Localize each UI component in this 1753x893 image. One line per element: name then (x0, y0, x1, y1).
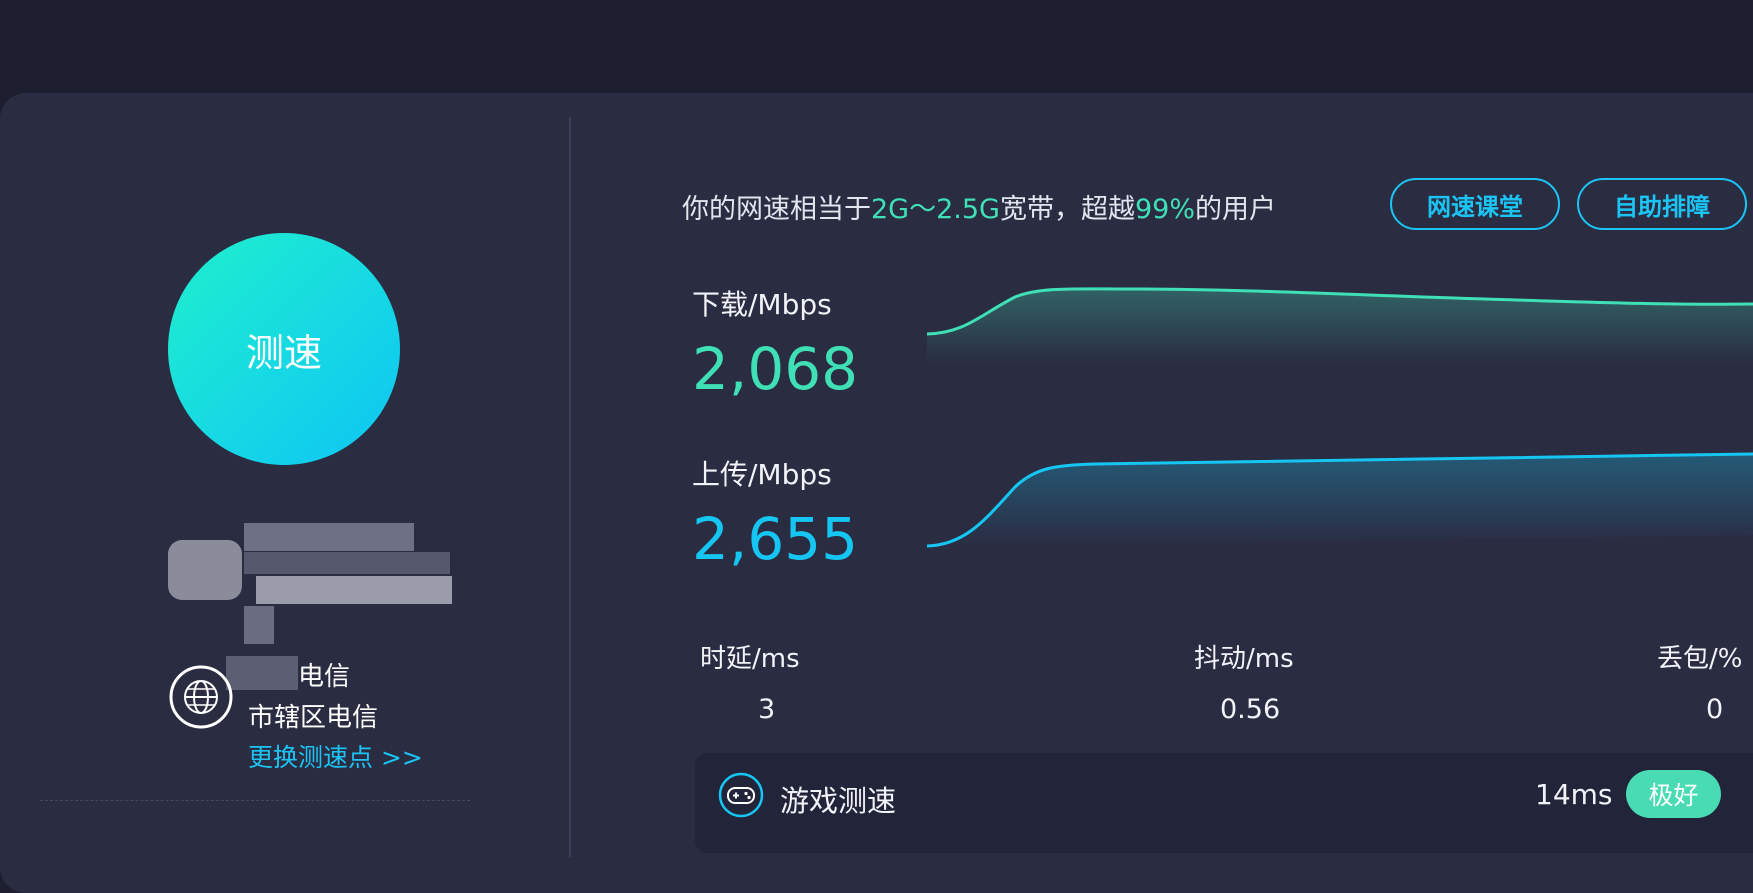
change-server-link[interactable]: 更换测速点 >> (248, 738, 423, 774)
redacted-block (244, 523, 414, 551)
packet-loss-label: 丢包/% (1657, 644, 1743, 674)
isp-name: 电信 (298, 662, 351, 692)
packet-loss-value: 0 (1706, 694, 1724, 725)
summary-bandwidth: 2G～2.5G (871, 194, 1000, 225)
game-speed-label: 游戏测速 (780, 784, 897, 818)
jitter-label: 抖动/ms (1194, 644, 1294, 674)
upload-label: 上传/Mbps (692, 458, 832, 491)
redacted-block (168, 540, 242, 600)
game-latency: 14ms (1535, 778, 1613, 811)
start-speedtest-label: 测速 (245, 330, 322, 375)
redacted-block (244, 606, 274, 644)
summary-middle: 宽带，超越 (999, 194, 1135, 225)
vertical-divider (569, 117, 571, 857)
redacted-block (226, 656, 298, 690)
summary-suffix: 的用户 (1194, 194, 1276, 225)
speed-course-button[interactable]: 网速课堂 (1390, 178, 1560, 230)
redacted-block (244, 552, 450, 574)
download-label: 下载/Mbps (692, 288, 832, 321)
globe-icon (169, 665, 233, 729)
download-value: 2,068 (692, 335, 859, 403)
latency-label: 时延/ms (700, 644, 800, 674)
isp-region: 市辖区电信 (248, 703, 379, 733)
horizontal-divider (40, 800, 470, 801)
start-speedtest-button[interactable]: 测速 (168, 233, 400, 465)
gamepad-icon (718, 772, 764, 818)
jitter-value: 0.56 (1220, 694, 1281, 725)
rating-badge: 极好 (1626, 770, 1721, 818)
redacted-block (256, 576, 452, 604)
upload-value: 2,655 (692, 505, 859, 573)
download-area (927, 288, 1753, 365)
summary-percent: 99% (1134, 194, 1195, 225)
result-summary: 你的网速相当于2G～2.5G宽带，超越99%的用户 (682, 187, 1276, 226)
troubleshoot-button[interactable]: 自助排障 (1577, 178, 1747, 230)
latency-value: 3 (758, 694, 776, 725)
speed-curves (926, 287, 1753, 548)
summary-prefix: 你的网速相当于 (682, 194, 871, 225)
